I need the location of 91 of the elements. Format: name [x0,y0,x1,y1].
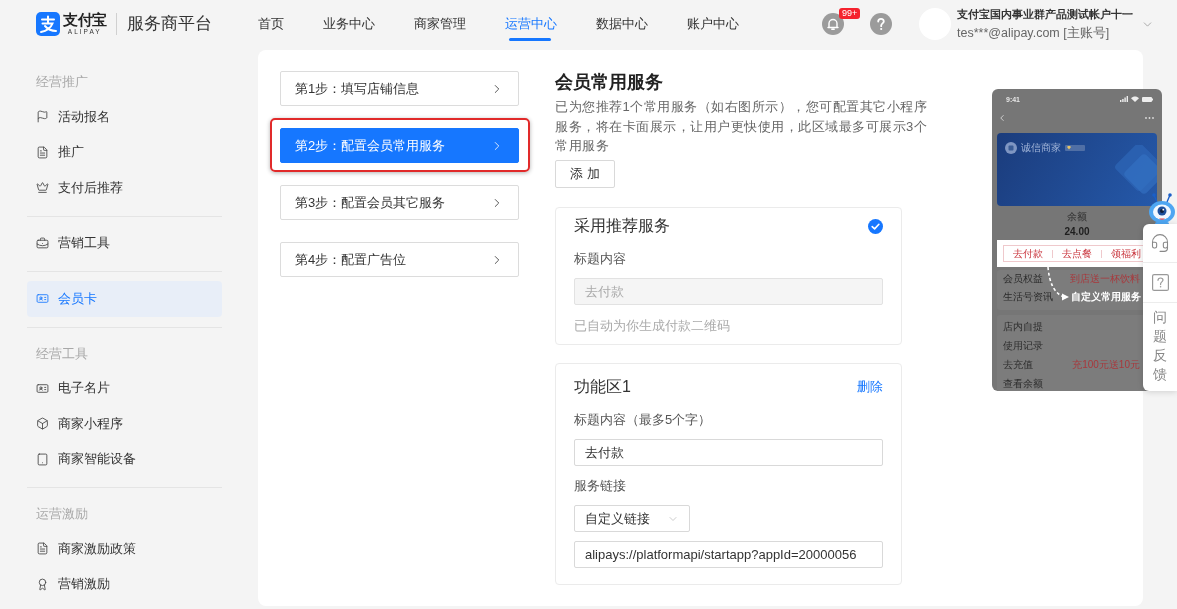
bell-icon[interactable] [822,13,844,35]
back-icon [997,113,1007,123]
callout-label: 自定义常用服务 [1071,291,1141,303]
sidebar-item[interactable]: 推广 [27,134,222,170]
nav-tab[interactable]: 运营中心 [505,0,557,48]
field-label: 标题内容（最多5个字） [574,411,713,429]
step-label: 第1步：填写店铺信息 [295,79,420,98]
document-icon [36,145,49,159]
briefcase-icon [36,236,49,250]
sidebar-item-label: 活动报名 [58,107,110,126]
row-label: 使用记录 [1003,339,1043,352]
service-label: 去点餐 [1062,247,1092,260]
section-heading: 会员常用服务 [555,71,664,93]
flag-icon [36,110,49,124]
check-icon[interactable] [868,218,883,234]
link-input[interactable]: alipays://platformapi/startapp?appId=20000056 [574,541,883,568]
feedback-button[interactable]: 问题反馈 [1153,308,1167,384]
balance-amount: 24.00 [1064,225,1090,238]
step-button[interactable]: 第3步：配置会员其它服务 [280,185,519,220]
nav-tab[interactable]: 业务中心 [323,0,375,48]
sidebar-item[interactable]: 营销工具 [27,225,222,261]
document-icon [36,542,49,556]
step-label: 第3步：配置会员其它服务 [295,193,446,212]
crown-icon [36,181,49,195]
row-label: 查看余额 [1003,377,1043,390]
tag-icon [1065,145,1085,151]
sidebar-item-label: 营销工具 [58,234,110,253]
sidebar-item[interactable]: 电子名片 [27,370,222,406]
tablet-icon [36,452,49,466]
delete-link[interactable]: 删除 [857,377,883,397]
wifi-icon [1131,96,1139,102]
row-label: 去充值 [1003,358,1033,371]
step-button[interactable]: 第4步：配置广告位 [280,242,519,277]
help-icon[interactable] [1151,274,1169,291]
cube-icon [36,417,49,431]
id-card-icon [36,381,49,395]
sidebar-item-label: 商家智能设备 [58,450,136,469]
add-button[interactable]: 添 加 [555,160,615,188]
field-label: 服务链接 [574,477,627,495]
step-button[interactable]: 第1步：填写店铺信息 [280,71,519,106]
sidebar-item[interactable]: 支付后推荐 [27,170,222,206]
help-icon[interactable] [870,13,892,35]
card-title: 采用推荐服务 [574,215,670,236]
sidebar-item-label: 商家激励政策 [58,539,136,558]
user-account: tes***@alipay.com [主账号] [957,24,1111,42]
row-label: 店内自提 [1003,320,1043,333]
sidebar-item-label: 商家小程序 [58,414,123,433]
service-label: 领福利 [1111,247,1141,260]
field-label: 标题内容 [574,250,627,268]
section-title: 经营推广 [35,73,89,91]
sidebar-item[interactable]: 会员卡 [27,281,222,317]
logo-icon [36,12,60,36]
sidebar-item[interactable]: 商家激励政策 [27,531,222,567]
section-title: 经营工具 [35,344,89,363]
nav-tab[interactable]: 数据中心 [596,0,648,48]
sidebar-item-label: 会员卡 [58,289,97,308]
hint-text: 已自动为你生成付款二维码 [574,317,731,335]
section-title: 运营激励 [35,505,89,523]
user-name: 支付宝国内事业群产品测试帐户十一 [957,6,1133,22]
medal-icon [36,577,49,591]
sidebar-item[interactable]: 商家小程序 [27,406,222,442]
sidebar-item-label: 推广 [58,143,84,162]
step-button[interactable]: 第2步：配置会员常用服务 [280,128,519,163]
sidebar-item-label: 营销激励 [58,575,110,594]
battery-icon [1142,96,1153,102]
platform-title: 服务商平台 [126,13,212,34]
nav-tab[interactable]: 账户中心 [687,0,739,48]
row-label: 会员权益 [1003,273,1043,285]
row-label: 生活号资讯 [1003,291,1053,303]
nav-tab[interactable]: 商家管理 [414,0,466,48]
sidebar-item-label: 支付后推荐 [58,178,123,197]
merchant-name: 诚信商家 [1021,141,1061,155]
notification-badge: 99+ [839,8,861,19]
card-title: 功能区1 [574,376,631,397]
nav-tab[interactable]: 首页 [258,0,284,48]
id-card-icon [36,292,49,306]
sidebar-item[interactable]: 商家智能设备 [27,441,222,477]
headset-icon[interactable] [1150,233,1170,253]
signal-icon [1120,96,1128,102]
description: 已为您推荐1个常用服务（如右图所示），您可配置其它小程序服务，将在卡面展示，让用户更快使用，此区域最多可展示3个常用服务 [555,98,929,155]
logo-name: 支付宝 [63,12,107,27]
link-type-select[interactable]: 自定义链接 [574,505,690,532]
sidebar-item-label: 电子名片 [58,379,110,398]
service-label: 去付款 [1013,247,1043,260]
robot-mascot-icon[interactable] [1147,193,1177,226]
sidebar-item[interactable]: 活动报名 [27,99,222,135]
merchant-logo-icon [1005,142,1017,154]
sidebar-item[interactable]: 营销激励 [27,566,222,602]
step-label: 第4步：配置广告位 [295,250,407,269]
title-input[interactable]: 去付款 [574,439,883,466]
step-label: 第2步：配置会员常用服务 [295,136,446,155]
